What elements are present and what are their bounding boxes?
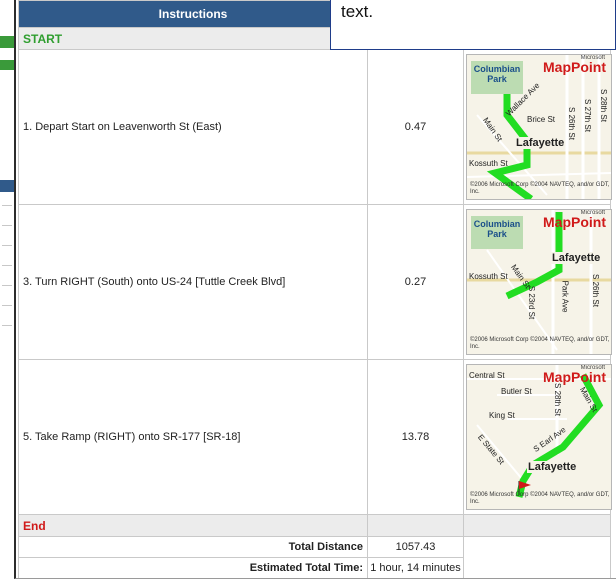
map-street-label: S 23rd St — [527, 285, 537, 320]
table-row: 1. Depart Start on Leavenworth St (East)… — [18, 49, 612, 205]
edge-green-strip — [0, 36, 14, 48]
edge-divider — [2, 265, 12, 266]
edge-divider — [2, 225, 12, 226]
map-street-label: Butler St — [501, 387, 532, 396]
edge-divider — [2, 305, 12, 306]
map-street-label: Brice St — [527, 115, 556, 124]
instructions-header: Instructions — [18, 0, 368, 28]
map-copyright: ©2006 Microsoft Corp ©2004 NAVTEQ, and/o… — [470, 182, 610, 195]
map-copyright: ©2006 Microsoft Corp ©2004 NAVTEQ, and/o… — [470, 337, 610, 350]
map-street-label: Kossuth St — [469, 272, 508, 281]
step-instruction: 3. Turn RIGHT (South) onto US-24 [Tuttle… — [18, 204, 368, 360]
map-street-label: Park Ave — [560, 280, 570, 313]
map-copyright: ©2006 Microsoft Corp ©2004 NAVTEQ, and/o… — [470, 492, 610, 505]
step-map-thumbnail[interactable]: Columbian Park Microsoft MapPoint Main S… — [466, 209, 612, 355]
map-city-label: Lafayette — [527, 461, 578, 473]
step-instruction: 1. Depart Start on Leavenworth St (East) — [18, 49, 368, 205]
edge-blue-strip — [0, 180, 14, 192]
step-instruction: 5. Take Ramp (RIGHT) onto SR-177 [SR-18] — [18, 359, 368, 515]
step-map-thumbnail[interactable]: Microsoft MapPoint Central St Butler St … — [466, 364, 612, 510]
mappoint-logo: MapPoint — [543, 214, 606, 230]
edge-green-strip — [0, 60, 14, 70]
map-street-label: S 26th St — [590, 274, 600, 307]
total-distance-value: 1057.43 — [367, 536, 464, 558]
edge-divider — [2, 245, 12, 246]
step-distance: 0.27 — [367, 204, 464, 360]
end-row: End — [18, 514, 611, 537]
map-street-label: S 27th St — [582, 99, 592, 132]
total-distance-row: Total Distance 1057.43 — [18, 536, 611, 578]
step-map-thumbnail[interactable]: Columbian Park Microsoft MapPoint Wallac… — [466, 54, 612, 200]
step-distance: 0.47 — [367, 49, 464, 205]
mappoint-logo: MapPoint — [543, 59, 606, 75]
end-label: End — [18, 514, 368, 537]
total-distance-label: Total Distance — [18, 536, 368, 558]
map-street-label: S 28th St — [598, 89, 608, 122]
total-time-label: Estimated Total Time: — [18, 557, 368, 578]
table-row: 3. Turn RIGHT (South) onto US-24 [Tuttle… — [18, 204, 612, 360]
map-street-label: Kossuth St — [469, 159, 508, 168]
map-park-label: Columbian Park — [471, 216, 523, 249]
note-text: text. — [341, 2, 374, 21]
background-window-edge — [0, 0, 14, 580]
edge-divider — [2, 325, 12, 326]
start-label: START — [18, 27, 368, 50]
edge-divider — [2, 285, 12, 286]
map-roads — [467, 365, 611, 498]
map-city-label: Lafayette — [515, 137, 566, 149]
map-street-label: Central St — [469, 371, 505, 380]
text-note-box: text. — [330, 0, 616, 50]
map-city-label: Lafayette — [551, 252, 602, 264]
table-row: 5. Take Ramp (RIGHT) onto SR-177 [SR-18]… — [18, 359, 612, 515]
map-street-label: S 26th St — [566, 107, 576, 140]
map-street-label: King St — [489, 411, 515, 420]
directions-window: Instructions START 1. Depart Start on Le… — [14, 0, 616, 579]
map-street-label: S 28th St — [552, 383, 562, 416]
step-distance: 13.78 — [367, 359, 464, 515]
total-time-value: 1 hour, 14 minutes — [367, 557, 464, 578]
map-park-label: Columbian Park — [471, 61, 523, 94]
edge-divider — [2, 205, 12, 206]
directions-table: Instructions START 1. Depart Start on Le… — [18, 0, 612, 578]
